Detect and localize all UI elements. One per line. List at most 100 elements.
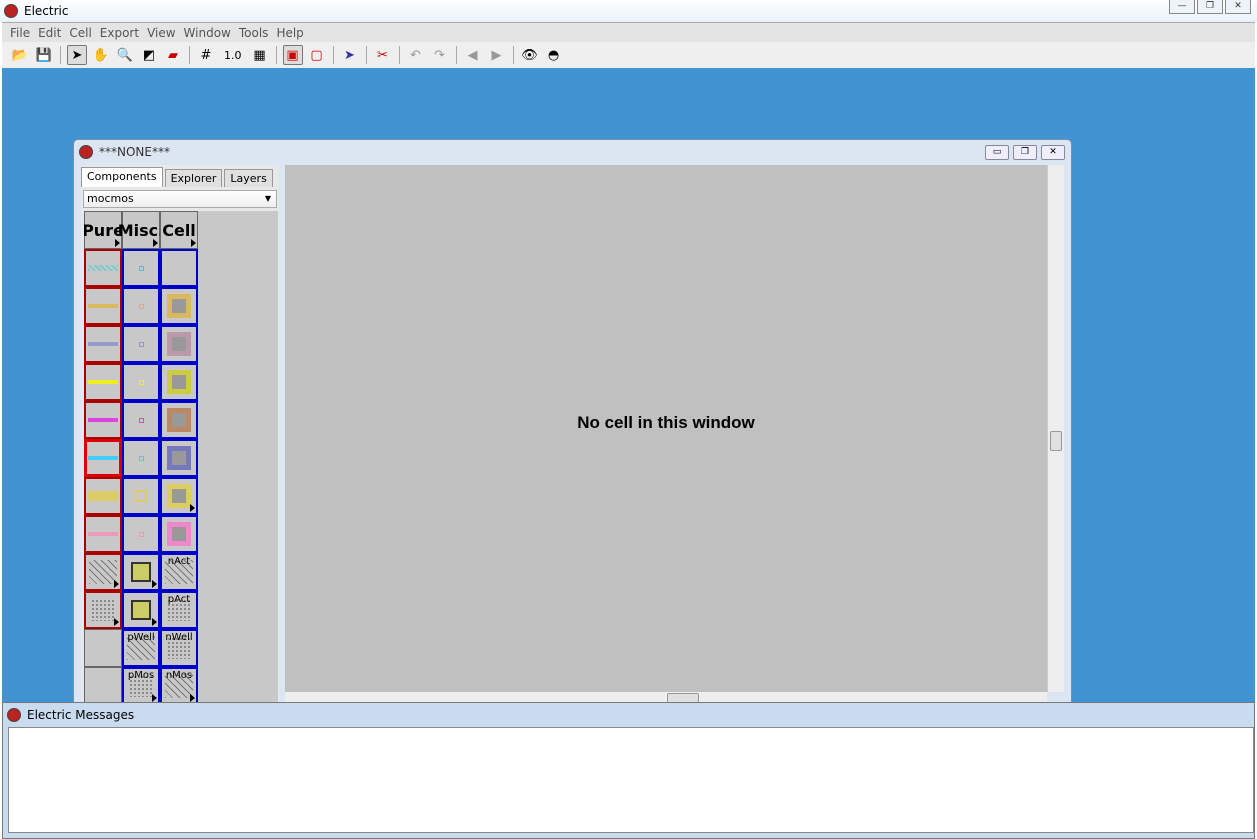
- select-area-icon[interactable]: ▢: [307, 45, 327, 65]
- redo-icon[interactable]: ↷: [430, 45, 450, 65]
- palette-cell[interactable]: [84, 477, 122, 515]
- window-close-button[interactable]: ✕: [1041, 145, 1065, 160]
- forward-icon[interactable]: ▶: [487, 45, 507, 65]
- palette-cell[interactable]: [84, 591, 122, 629]
- menu-export[interactable]: Export: [96, 26, 143, 40]
- tools-icon[interactable]: ✂: [373, 45, 393, 65]
- palette-cell[interactable]: pAct: [160, 591, 198, 629]
- component-glyph-icon: [89, 560, 117, 584]
- menu-bar: File Edit Cell Export View Window Tools …: [2, 22, 1255, 42]
- fine-grid-icon[interactable]: ▦: [250, 45, 270, 65]
- palette-cell[interactable]: [84, 249, 122, 287]
- pan-hand-icon[interactable]: ✋: [91, 45, 111, 65]
- palette-header-cell[interactable]: Cell: [160, 211, 198, 249]
- open-icon[interactable]: 📂: [10, 45, 30, 65]
- component-glyph-icon: [88, 304, 118, 308]
- palette-cell[interactable]: nWell: [160, 629, 198, 667]
- palette-cell[interactable]: [160, 515, 198, 553]
- palette-cell[interactable]: [84, 401, 122, 439]
- maximize-button[interactable]: ❐: [1197, 0, 1223, 14]
- messages-icon: [7, 708, 21, 722]
- window-title: ***NONE***: [99, 145, 170, 159]
- palette-cell: [84, 667, 122, 705]
- eye-show-icon[interactable]: 👁: [520, 45, 540, 65]
- component-glyph-icon: [91, 599, 115, 621]
- menu-file[interactable]: File: [6, 26, 34, 40]
- zoom-icon[interactable]: 🔍: [115, 45, 135, 65]
- component-glyph-icon: [88, 491, 118, 501]
- messages-text-area[interactable]: [8, 727, 1254, 833]
- technology-select[interactable]: mocmos ▼: [83, 190, 277, 208]
- window-icon: [79, 145, 93, 159]
- palette-cell[interactable]: [84, 363, 122, 401]
- window-minimize-button[interactable]: ▭: [985, 145, 1009, 160]
- palette-cell[interactable]: [122, 363, 160, 401]
- palette-cell[interactable]: [160, 363, 198, 401]
- component-glyph-icon: [138, 531, 144, 537]
- outline-edit-icon[interactable]: ◩: [139, 45, 159, 65]
- palette-cell[interactable]: nMos: [160, 667, 198, 705]
- menu-tools[interactable]: Tools: [235, 26, 273, 40]
- menu-help[interactable]: Help: [272, 26, 307, 40]
- palette-cell[interactable]: [160, 325, 198, 363]
- menu-view[interactable]: View: [143, 26, 179, 40]
- palette-cell[interactable]: [84, 553, 122, 591]
- minimize-button[interactable]: —: [1169, 0, 1195, 14]
- component-glyph-icon: [167, 294, 191, 318]
- menu-cell[interactable]: Cell: [65, 26, 95, 40]
- drawing-canvas[interactable]: No cell in this window: [285, 165, 1047, 692]
- palette-cell[interactable]: [122, 591, 160, 629]
- palette-cell[interactable]: [84, 325, 122, 363]
- component-glyph-icon: [138, 303, 144, 309]
- toolbar: 📂 💾 ➤ ✋ 🔍 ◩ ▰ # 1.0 ▦ ▣ ▢ ➤ ✂ ↶ ↷ ◀ ▶ 👁 …: [2, 42, 1255, 68]
- menu-edit[interactable]: Edit: [34, 26, 65, 40]
- special-select-icon[interactable]: ➤: [340, 45, 360, 65]
- undo-icon[interactable]: ↶: [406, 45, 426, 65]
- component-glyph-icon: [138, 379, 144, 385]
- palette-cell[interactable]: [122, 249, 160, 287]
- palette-cell[interactable]: [122, 477, 160, 515]
- grid-icon[interactable]: #: [196, 45, 216, 65]
- vertical-scrollbar[interactable]: [1047, 165, 1064, 692]
- component-label: nMos: [165, 670, 193, 681]
- eye-hide-icon[interactable]: ◓: [544, 45, 564, 65]
- back-icon[interactable]: ◀: [463, 45, 483, 65]
- tab-explorer[interactable]: Explorer: [164, 169, 223, 187]
- palette-cell[interactable]: [84, 515, 122, 553]
- component-glyph-icon: [138, 341, 144, 347]
- edit-window: ***NONE*** ▭ ❐ ✕ Components Explorer Layer…: [73, 139, 1072, 705]
- palette-header-pure[interactable]: Pure: [84, 211, 124, 249]
- measure-icon[interactable]: ▰: [163, 45, 183, 65]
- palette-cell[interactable]: [84, 439, 122, 477]
- palette-cell[interactable]: [122, 439, 160, 477]
- palette-cell[interactable]: pWell: [122, 629, 160, 667]
- select-arrow-icon[interactable]: ➤: [67, 45, 87, 65]
- palette-cell[interactable]: [160, 287, 198, 325]
- app-titlebar: Electric — ❐ ✕: [0, 0, 1257, 22]
- palette-cell[interactable]: [122, 325, 160, 363]
- empty-canvas-message: No cell in this window: [577, 413, 755, 432]
- palette-cell[interactable]: [160, 439, 198, 477]
- palette-cell[interactable]: [160, 401, 198, 439]
- palette-cell[interactable]: [122, 515, 160, 553]
- select-objects-icon[interactable]: ▣: [282, 45, 303, 65]
- palette-cell[interactable]: [122, 553, 160, 591]
- palette-cell[interactable]: pMos: [122, 667, 160, 705]
- tab-components[interactable]: Components: [81, 167, 163, 187]
- palette-cell[interactable]: [160, 477, 198, 515]
- messages-title: Electric Messages: [27, 708, 135, 722]
- menu-window[interactable]: Window: [180, 26, 235, 40]
- component-label: pWell: [127, 632, 155, 643]
- side-panel: Components Explorer Layers mocmos ▼ Pure …: [81, 165, 279, 705]
- palette-header-misc[interactable]: Misc.: [118, 211, 164, 249]
- tab-layers[interactable]: Layers: [224, 169, 273, 187]
- component-label: nAct: [167, 556, 191, 567]
- palette-cell[interactable]: nAct: [160, 553, 198, 591]
- scale-label[interactable]: 1.0: [220, 49, 246, 62]
- palette-cell[interactable]: [122, 287, 160, 325]
- palette-cell[interactable]: [122, 401, 160, 439]
- close-button[interactable]: ✕: [1225, 0, 1251, 14]
- save-icon[interactable]: 💾: [34, 45, 54, 65]
- palette-cell[interactable]: [84, 287, 122, 325]
- window-maximize-button[interactable]: ❐: [1013, 145, 1037, 160]
